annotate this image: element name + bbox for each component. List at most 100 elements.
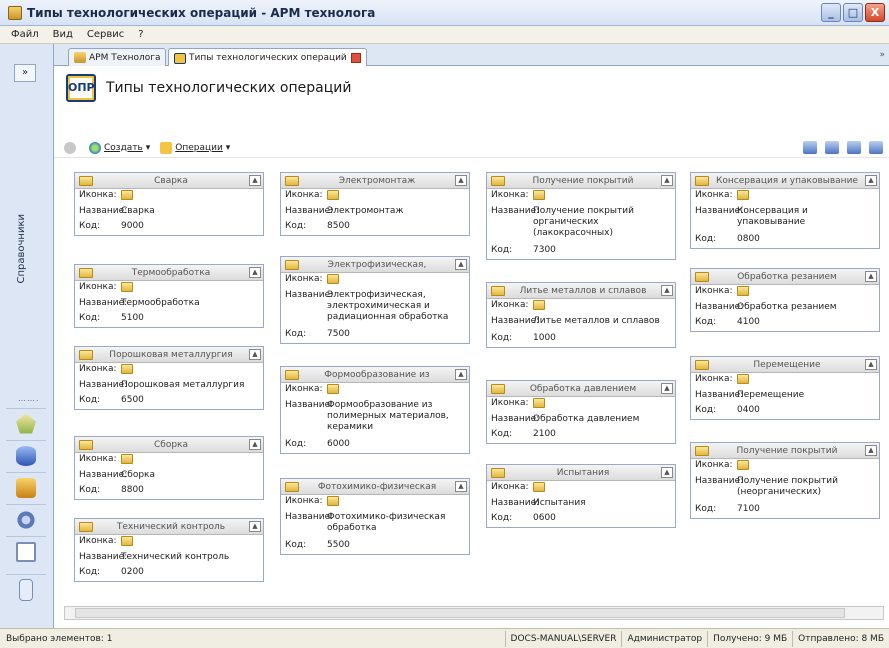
code-label: Код: [79,395,101,405]
collapse-button[interactable]: ▲ [455,481,467,492]
card-header[interactable]: Сварка ▲ [75,173,263,189]
operation-card[interactable]: Формообразование из ▲ Иконка: Название: Форм… [280,366,470,454]
menu-file[interactable]: Файл [4,29,46,40]
collapse-button[interactable]: ▲ [455,259,467,270]
operation-card[interactable]: Технический контроль ▲ Иконка: Название: Тех… [74,518,264,582]
card-header[interactable]: Термообработка ▲ [75,265,263,281]
card-name-value: Технический контроль [121,552,230,562]
selected-count: Выбрано элементов: 1 [6,633,113,644]
sidebar-splitter[interactable]: ……. [18,394,40,403]
folder-icon [533,300,545,310]
view-mode-icon[interactable] [825,141,839,154]
collapse-button[interactable]: ▲ [455,369,467,380]
operation-card[interactable]: Термообработка ▲ Иконка: Название: Термообра… [74,264,264,328]
card-header[interactable]: Фотохимико-физическая ▲ [281,479,469,495]
operation-card[interactable]: Фотохимико-физическая ▲ Иконка: Название: Фо… [280,478,470,555]
layout-icon[interactable] [847,141,861,154]
card-header[interactable]: Электромонтаж ▲ [281,173,469,189]
code-row: Код: 2100 [487,428,675,441]
mail-icon [16,541,36,562]
name-label: Название: [79,552,128,562]
expand-sidebar-button[interactable]: » [14,64,36,82]
sidebar-section-references[interactable]: Справочники [16,214,27,284]
collapse-button[interactable]: ▲ [249,175,261,186]
card-header[interactable]: Получение покрытий ▲ [691,443,879,459]
name-row: Название: Консервация и упаковывание [691,205,879,229]
refresh-icon[interactable] [869,141,883,154]
minimize-button[interactable]: _ [821,3,841,22]
menu-view[interactable]: Вид [46,29,80,40]
operation-card[interactable]: Получение покрытий ▲ Иконка: Название: Получ… [486,172,676,260]
operation-card[interactable]: Электрофизическая, ▲ Иконка: Название: Элект… [280,256,470,344]
code-row: Код: 4100 [691,316,879,329]
collapse-button[interactable]: ▲ [661,285,673,296]
sidebar-button-1[interactable] [6,408,46,438]
collapse-button[interactable]: ▲ [865,271,877,282]
collapse-button[interactable]: ▲ [249,349,261,360]
card-header[interactable]: Обработка резанием ▲ [691,269,879,285]
operation-card[interactable]: Получение покрытий ▲ Иконка: Название: Получ… [690,442,880,519]
operation-card[interactable]: Сварка ▲ Иконка: Название: Сварка Код: 9000 [74,172,264,236]
collapse-button[interactable]: ▲ [249,267,261,278]
code-row: Код: 8500 [281,220,469,233]
sidebar-button-6[interactable] [6,574,46,604]
maximize-button[interactable]: □ [843,3,863,22]
refresh-button[interactable] [64,141,79,154]
operation-card[interactable]: Сборка ▲ Иконка: Название: Сборка Код: 8800 [74,436,264,500]
icon-label: Иконка: [285,496,323,506]
card-code-value: 6500 [121,395,144,405]
card-header[interactable]: Перемещение ▲ [691,357,879,373]
menu-help[interactable]: ? [131,29,150,40]
tab-scroll-icon[interactable]: » [879,50,885,60]
tab-arm-technologist[interactable]: АРМ Технолога [68,48,167,66]
collapse-button[interactable]: ▲ [249,439,261,450]
collapse-button[interactable]: ▲ [865,359,877,370]
card-header[interactable]: Получение покрытий ▲ [487,173,675,189]
collapse-button[interactable]: ▲ [661,383,673,394]
card-header[interactable]: Консервация и упаковывание ▲ [691,173,879,189]
collapse-button[interactable]: ▲ [661,175,673,186]
collapse-button[interactable]: ▲ [865,175,877,186]
scroll-thumb[interactable] [75,608,845,618]
create-button[interactable]: Создать ▾ [89,141,150,154]
users-icon[interactable] [803,141,817,154]
card-header[interactable]: Сборка ▲ [75,437,263,453]
sidebar-button-5[interactable] [6,536,46,566]
card-header[interactable]: Испытания ▲ [487,465,675,481]
card-header[interactable]: Формообразование из ▲ [281,367,469,383]
operation-card[interactable]: Электромонтаж ▲ Иконка: Название: Электромон… [280,172,470,236]
menu-service[interactable]: Сервис [80,29,131,40]
operation-card[interactable]: Обработка резанием ▲ Иконка: Название: Обраб… [690,268,880,332]
operation-card[interactable]: Испытания ▲ Иконка: Название: Испытания Код: 0… [486,464,676,528]
operations-icon [160,141,173,154]
card-header[interactable]: Литье металлов и сплавов ▲ [487,283,675,299]
sidebar-button-3[interactable] [6,472,46,502]
tab-operation-types[interactable]: Типы технологических операций [168,48,367,67]
collapse-button[interactable]: ▲ [865,445,877,456]
operations-button[interactable]: Операции ▾ [160,141,230,154]
card-header[interactable]: Обработка давлением ▲ [487,381,675,397]
close-tab-icon[interactable] [350,53,361,63]
operation-card[interactable]: Порошковая металлургия ▲ Иконка: Название: П… [74,346,264,410]
card-header[interactable]: Электрофизическая, ▲ [281,257,469,273]
collapse-button[interactable]: ▲ [249,521,261,532]
close-button[interactable]: X [865,3,885,22]
code-row: Код: 8800 [75,484,263,497]
collapse-button[interactable]: ▲ [455,175,467,186]
sidebar-button-2[interactable] [6,440,46,470]
code-label: Код: [285,221,307,231]
icon-row: Иконка: [75,453,263,469]
card-header[interactable]: Технический контроль ▲ [75,519,263,535]
code-row: Код: 5500 [281,539,469,552]
collapse-button[interactable]: ▲ [661,467,673,478]
operation-card[interactable]: Обработка давлением ▲ Иконка: Название: Обра… [486,380,676,444]
card-header[interactable]: Порошковая металлургия ▲ [75,347,263,363]
horizontal-scrollbar[interactable] [64,606,884,620]
operation-card[interactable]: Перемещение ▲ Иконка: Название: Перемещение К… [690,356,880,420]
folder-icon [285,175,299,186]
sidebar-button-4[interactable] [6,504,46,534]
operation-card[interactable]: Консервация и упаковывание ▲ Иконка: Назван… [690,172,880,249]
operation-card[interactable]: Литье металлов и сплавов ▲ Иконка: Название… [486,282,676,348]
icon-row: Иконка: [691,373,879,389]
toolbar-right [803,141,883,154]
